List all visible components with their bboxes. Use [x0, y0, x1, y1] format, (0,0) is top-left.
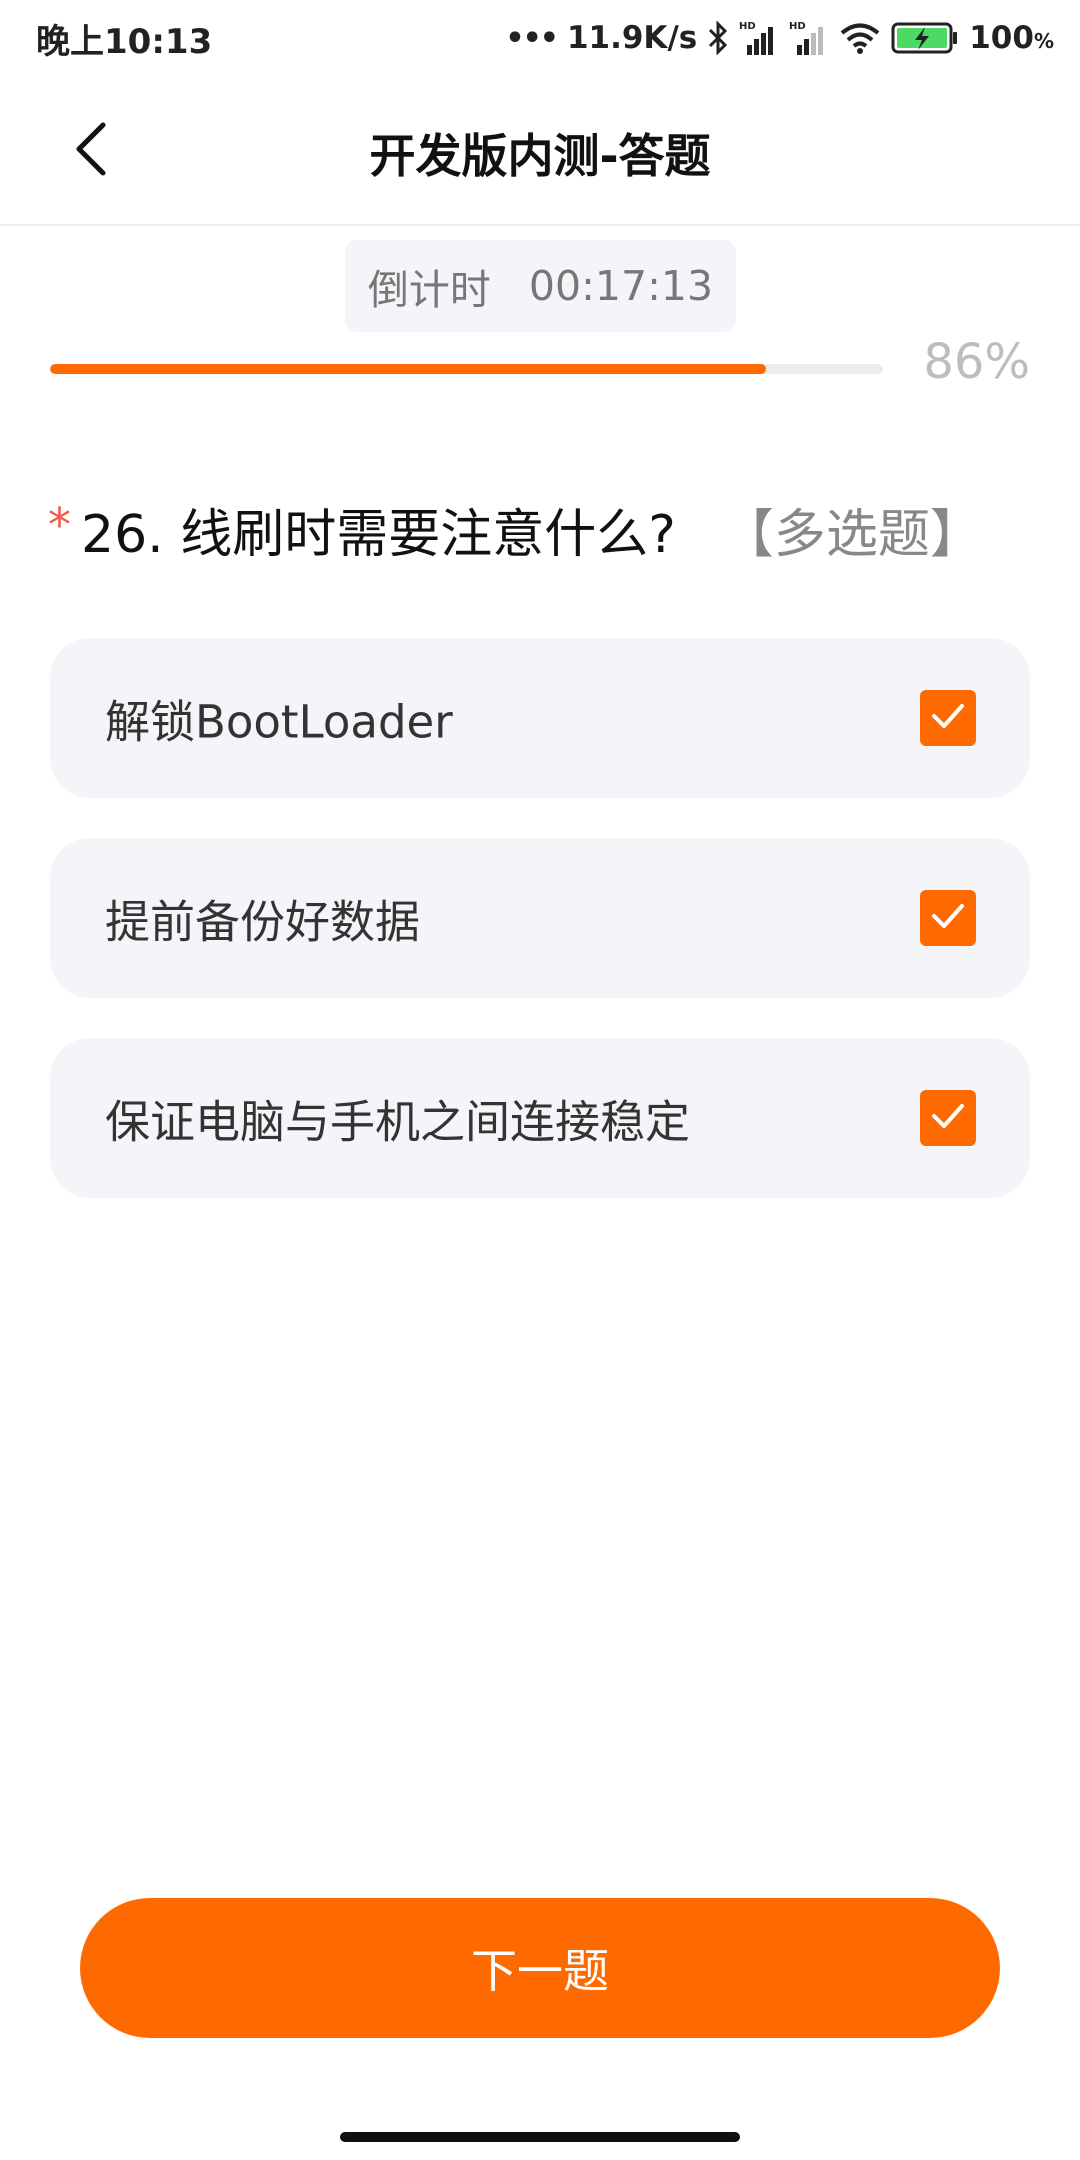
network-speed: 11.9K/s — [566, 20, 698, 56]
question-type: 【多选题】 — [721, 505, 982, 565]
battery-unit: % — [1033, 29, 1054, 53]
checkmark-icon — [930, 1102, 966, 1134]
required-mark: * — [48, 497, 71, 552]
checkmark-icon — [930, 902, 966, 934]
countdown-label: 倒计时 — [367, 266, 491, 314]
option-label: 提前备份好数据 — [105, 895, 421, 949]
page-title: 开发版内测-答题 — [369, 129, 711, 183]
option-item[interactable]: 解锁BootLoader — [50, 638, 1030, 798]
status-time: 晚上10:13 — [36, 22, 213, 62]
countdown-value: 00:17:13 — [528, 262, 714, 310]
signal-hd-icon: HD — [789, 19, 829, 57]
checkbox[interactable] — [920, 690, 976, 746]
battery-value: 100 — [969, 20, 1034, 56]
svg-text:HD: HD — [789, 21, 806, 32]
option-label: 保证电脑与手机之间连接稳定 — [105, 1095, 691, 1149]
battery-percent: 100% — [969, 20, 1054, 56]
question-title: * 26. 线刷时需要注意什么? 【多选题】 — [48, 492, 1048, 567]
battery-charging-icon — [891, 21, 959, 55]
app-header: 开发版内测-答题 — [0, 76, 1080, 226]
home-indicator[interactable] — [340, 2132, 740, 2142]
next-question-button[interactable]: 下一题 — [80, 1898, 1000, 2038]
question-text: 26. 线刷时需要注意什么? — [81, 505, 676, 565]
more-dots: ••• — [505, 20, 559, 56]
option-label: 解锁BootLoader — [105, 695, 453, 749]
checkbox[interactable] — [920, 1090, 976, 1146]
option-item[interactable]: 提前备份好数据 — [50, 838, 1030, 998]
progress-bar — [50, 364, 883, 374]
status-indicators: ••• 11.9K/s HD HD 100% — [505, 12, 1054, 64]
progress-fill — [50, 364, 767, 374]
checkbox[interactable] — [920, 890, 976, 946]
signal-hd-icon: HD — [739, 19, 779, 57]
bluetooth-icon — [707, 21, 729, 55]
svg-text:HD: HD — [739, 21, 756, 32]
progress-percent: 86% — [923, 334, 1030, 390]
wifi-icon — [839, 21, 881, 55]
countdown-timer: 倒计时 00:17:13 — [345, 240, 736, 332]
option-item[interactable]: 保证电脑与手机之间连接稳定 — [50, 1038, 1030, 1198]
checkmark-icon — [930, 702, 966, 734]
status-bar: 晚上10:13 ••• 11.9K/s HD HD 100% — [0, 0, 1080, 76]
